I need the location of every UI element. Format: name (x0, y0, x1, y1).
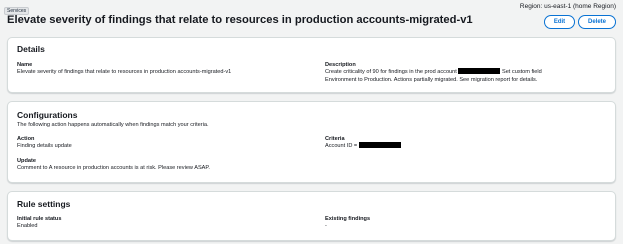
details-panel: Details Name Elevate severity of finding… (7, 37, 616, 93)
rule-settings-heading: Rule settings (17, 199, 71, 209)
update-value: Comment to A resource in production acco… (17, 165, 210, 171)
description-value: Create criticality of 90 for findings in… (325, 68, 610, 84)
existing-findings-value: - (325, 223, 327, 229)
action-value: Finding details update (17, 143, 72, 149)
configurations-subtitle: The following action happens automatical… (17, 122, 209, 128)
rule-detail-page: Services Region: us-east-1 (home Region)… (0, 0, 623, 244)
criteria-text: Account ID = (325, 143, 358, 149)
criteria-value: Account ID = (325, 142, 401, 150)
rule-settings-panel: Rule settings Initial rule status Enable… (7, 191, 616, 241)
description-text-end: Set custom field (501, 69, 542, 75)
existing-findings-label: Existing findings (325, 216, 371, 222)
details-heading: Details (17, 44, 45, 54)
delete-button[interactable]: Delete (578, 15, 616, 29)
name-value: Elevate severity of findings that relate… (17, 69, 232, 75)
edit-button[interactable]: Edit (544, 15, 575, 29)
description-text-line2: Environment to Production. Actions parti… (325, 77, 538, 83)
page-title: Elevate severity of findings that relate… (7, 14, 473, 26)
configurations-panel: Configurations The following action happ… (7, 101, 616, 183)
redacted-criteria-account-id (358, 142, 401, 148)
redacted-account-id (458, 68, 501, 74)
region-indicator: Region: us-east-1 (home Region) (519, 3, 616, 10)
initial-rule-status-value: Enabled (17, 223, 38, 229)
configurations-heading: Configurations (17, 110, 78, 120)
description-text-start: Create criticality of 90 for findings in… (325, 69, 457, 75)
